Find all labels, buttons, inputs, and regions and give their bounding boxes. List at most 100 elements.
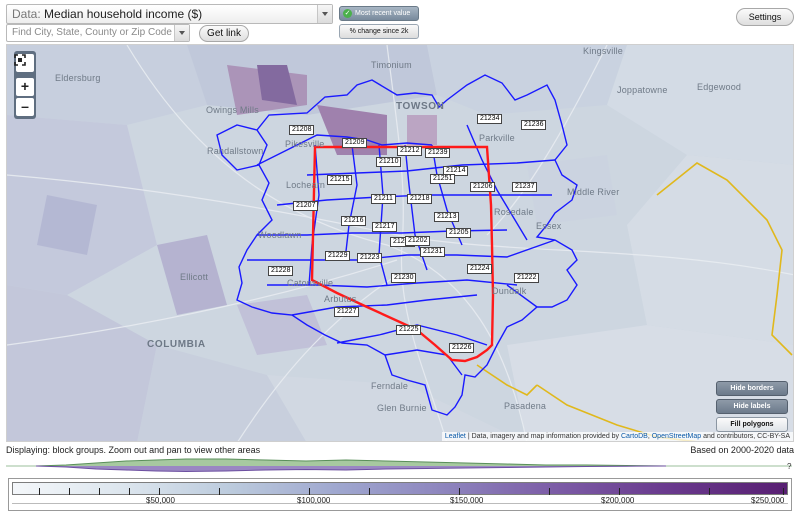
legend-tick bbox=[783, 488, 784, 495]
legend-tick bbox=[709, 488, 710, 495]
place-label: COLUMBIA bbox=[147, 339, 206, 350]
fullscreen-icon bbox=[14, 54, 26, 66]
color-legend: $50,000 $100,000 $150,000 $200,000 $250,… bbox=[8, 478, 792, 511]
place-label: Woodlawn bbox=[258, 230, 302, 240]
zip-label: 21202 bbox=[405, 236, 431, 246]
zip-label: 21218 bbox=[407, 194, 433, 204]
legend-tick bbox=[549, 488, 550, 495]
zip-label: 21222 bbox=[514, 273, 540, 283]
zip-label: 21208 bbox=[289, 125, 315, 135]
zip-label: 21211 bbox=[371, 194, 396, 204]
dataset-prefix: Data: bbox=[12, 7, 41, 21]
place-label: Pasadena bbox=[504, 401, 547, 411]
place-label: Edgewood bbox=[697, 82, 742, 92]
place-label: Eldersburg bbox=[55, 73, 101, 83]
attribution-text: | Data, imagery and map information prov… bbox=[465, 433, 621, 440]
legend-tick bbox=[99, 488, 100, 495]
legend-label: $250,000 bbox=[751, 496, 785, 505]
zip-label: 21207 bbox=[293, 201, 319, 211]
data-range-note: Based on 2000-2020 data bbox=[690, 445, 794, 455]
zip-label: 21228 bbox=[268, 266, 294, 276]
place-label: Catonsville bbox=[287, 278, 334, 288]
legend-tick bbox=[309, 488, 310, 495]
most-recent-value-button[interactable]: ✓ Most recent value bbox=[339, 6, 419, 21]
place-label: Ellicott bbox=[180, 272, 209, 282]
zip-label: 21217 bbox=[372, 222, 398, 232]
zip-label: 21209 bbox=[342, 138, 368, 148]
zip-label: 21237 bbox=[512, 182, 538, 192]
settings-button[interactable]: Settings bbox=[736, 8, 794, 26]
place-label: Timonium bbox=[371, 60, 412, 70]
place-label: Essex bbox=[536, 221, 562, 231]
zip-label: 21205 bbox=[446, 228, 472, 238]
dataset-select[interactable]: Data: Median household income ($) bbox=[6, 4, 333, 24]
place-label: Kingsville bbox=[583, 46, 624, 56]
fill-polygons-button[interactable]: Fill polygons bbox=[716, 417, 788, 432]
zoom-out-button[interactable]: – bbox=[16, 98, 34, 116]
map-view[interactable]: Eldersburg Timonium Kingsville Owings Mi… bbox=[6, 44, 794, 442]
toolbar: Data: Median household income ($) Find C… bbox=[0, 0, 800, 44]
legend-tick bbox=[159, 488, 160, 495]
zip-label: 21226 bbox=[449, 343, 475, 353]
fullscreen-button[interactable] bbox=[14, 54, 34, 72]
map-attribution: Leaflet | Data, imagery and map informat… bbox=[441, 432, 793, 441]
chevron-down-icon[interactable] bbox=[317, 5, 332, 23]
legend-label: $150,000 bbox=[450, 496, 484, 505]
get-link-button[interactable]: Get link bbox=[199, 25, 249, 42]
legend-label: $100,000 bbox=[297, 496, 331, 505]
zip-label: 21227 bbox=[334, 307, 360, 317]
hide-borders-button[interactable]: Hide borders bbox=[716, 381, 788, 396]
checkmark-icon: ✓ bbox=[343, 9, 352, 18]
zip-label: 21216 bbox=[341, 216, 367, 226]
place-label: TOWSON bbox=[396, 101, 445, 112]
legend-tick bbox=[39, 488, 40, 495]
place-label: Glen Burnie bbox=[377, 403, 427, 413]
place-label: Pikesville bbox=[285, 139, 325, 149]
place-label: Owings Mills bbox=[206, 105, 259, 115]
zip-label: 21212 bbox=[397, 146, 423, 156]
zip-label: 21224 bbox=[467, 264, 493, 274]
place-label: Joppatowne bbox=[617, 85, 668, 95]
legend-tick bbox=[219, 488, 220, 495]
leaflet-link[interactable]: Leaflet bbox=[445, 433, 466, 440]
location-search-input[interactable]: Find City, State, County or Zip Code bbox=[6, 24, 190, 42]
place-label: Middle River bbox=[567, 187, 620, 197]
zip-label: 21236 bbox=[521, 120, 547, 130]
legend-label: $200,000 bbox=[601, 496, 635, 505]
place-label: Ferndale bbox=[371, 381, 409, 391]
place-label: Parkville bbox=[479, 133, 515, 143]
zoom-control: + – bbox=[14, 51, 36, 119]
place-label: Randallstown bbox=[207, 146, 264, 156]
zip-label: 21230 bbox=[391, 273, 417, 283]
zip-label: 21231 bbox=[420, 247, 446, 257]
place-label: Rosedale bbox=[494, 207, 534, 217]
zip-label: 21206 bbox=[470, 182, 496, 192]
svg-text:?: ? bbox=[787, 462, 792, 471]
zip-label: 21239 bbox=[425, 148, 451, 158]
search-placeholder: Find City, State, County or Zip Code bbox=[12, 27, 172, 38]
zip-label: 21215 bbox=[327, 175, 353, 185]
chevron-down-icon[interactable] bbox=[174, 25, 189, 41]
dataset-value: Median household income ($) bbox=[44, 7, 203, 21]
most-recent-label: Most recent value bbox=[355, 10, 411, 17]
displaying-status: Displaying: block groups. Zoom out and p… bbox=[6, 445, 261, 455]
zoom-in-button[interactable]: + bbox=[16, 78, 34, 96]
zip-label: 21225 bbox=[396, 325, 422, 335]
cartodb-link[interactable]: CartoDB bbox=[621, 433, 648, 440]
zip-label: 21210 bbox=[376, 157, 402, 167]
legend-baseline bbox=[12, 503, 788, 504]
hide-labels-button[interactable]: Hide labels bbox=[716, 399, 788, 414]
zip-label: 21213 bbox=[434, 212, 460, 222]
place-label: Arbutus bbox=[324, 294, 357, 304]
zip-label: 21223 bbox=[357, 253, 383, 263]
value-histogram: ? bbox=[6, 458, 792, 473]
legend-tick bbox=[69, 488, 70, 495]
zip-label: 21251 bbox=[430, 174, 456, 184]
legend-label: $50,000 bbox=[146, 496, 175, 505]
legend-tick bbox=[369, 488, 370, 495]
zip-label: 21234 bbox=[477, 114, 503, 124]
place-label: Lochearn bbox=[286, 180, 326, 190]
legend-tick bbox=[459, 488, 460, 495]
percent-change-button[interactable]: % change since 2k bbox=[339, 24, 419, 39]
osm-link[interactable]: OpenStreetMap bbox=[652, 433, 701, 440]
